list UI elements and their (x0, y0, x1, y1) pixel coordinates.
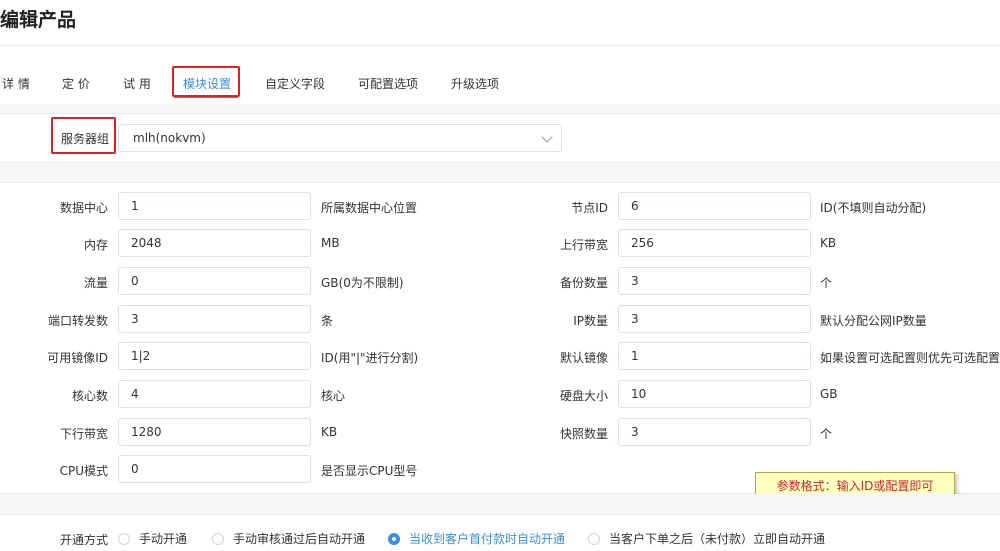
port-forward-input[interactable]: 3 (118, 305, 311, 333)
radio-auto-on-first-payment[interactable]: 当收到客户首付款时自动开通 (388, 530, 565, 547)
snapshot-count-input[interactable]: 3 (618, 418, 811, 446)
field-label: 节点ID (571, 201, 608, 215)
tab-pricing[interactable]: 定 价 (62, 72, 90, 98)
field-label: 端口转发数 (47, 314, 108, 328)
cores-input[interactable]: 4 (118, 380, 311, 408)
field-hint: 个 (820, 276, 833, 290)
field-label: 备份数量 (559, 276, 608, 290)
backup-count-input[interactable]: 3 (618, 267, 811, 295)
chevron-down-icon (541, 131, 553, 143)
field-hint: KB (321, 425, 338, 439)
radio-dot (588, 532, 600, 545)
field-label: 核心数 (71, 389, 108, 403)
tab-highlight-box (172, 66, 240, 97)
tab-custom-fields[interactable]: 自定义字段 (265, 72, 325, 98)
server-group-select[interactable]: mlh(nokvm) (118, 124, 562, 152)
radio-dot (388, 532, 400, 545)
radio-auto-on-order[interactable]: 当客户下单之后（未付款）立即自动开通 (588, 530, 825, 547)
tab-configurable-options[interactable]: 可配置选项 (358, 72, 418, 98)
field-hint: 默认分配公网IP数量 (820, 314, 927, 328)
disk-size-input[interactable]: 10 (618, 380, 811, 408)
radio-label: 当收到客户首付款时自动开通 (409, 532, 566, 546)
radio-label: 手动审核通过后自动开通 (233, 532, 366, 546)
page-title: 编辑产品 (0, 9, 77, 31)
server-group-highlight-box (51, 117, 116, 154)
field-hint: 条 (321, 314, 334, 328)
upload-bandwidth-input[interactable]: 256 (618, 229, 811, 257)
field-label: 下行带宽 (59, 427, 108, 441)
tab-details[interactable]: 详 情 (2, 72, 30, 98)
radio-auto-after-review[interactable]: 手动审核通过后自动开通 (212, 530, 365, 547)
default-image-input[interactable]: 1 (618, 342, 811, 370)
field-hint: 个 (820, 427, 833, 441)
field-label: 硬盘大小 (559, 389, 608, 403)
header-divider (0, 45, 1000, 46)
field-label: 可用镜像ID (47, 351, 108, 365)
provision-label: 开通方式 (59, 533, 108, 547)
radio-dot (212, 532, 224, 545)
field-label: 上行带宽 (559, 238, 608, 252)
radio-label: 手动开通 (139, 532, 188, 546)
field-hint: KB (820, 236, 837, 250)
node-id-input[interactable]: 6 (618, 192, 811, 220)
ip-count-input[interactable]: 3 (618, 305, 811, 333)
tab-bar: 详 情 定 价 试 用 模块设置 自定义字段 可配置选项 升级选项 (0, 72, 1000, 100)
field-hint: 所属数据中心位置 (321, 201, 418, 215)
field-hint: 是否显示CPU型号 (321, 464, 418, 478)
download-bandwidth-input[interactable]: 1280 (118, 418, 311, 446)
section-gap-3 (0, 494, 1000, 514)
tab-upgrade-options[interactable]: 升级选项 (451, 72, 499, 98)
radio-dot (118, 532, 130, 545)
field-hint: GB(0为不限制) (321, 276, 404, 290)
server-group-value: mlh(nokvm) (133, 131, 206, 145)
cpu-mode-input[interactable]: 0 (118, 455, 311, 483)
field-label: 数据中心 (59, 201, 108, 215)
memory-input[interactable]: 2048 (118, 229, 311, 257)
tab-trial[interactable]: 试 用 (123, 72, 151, 98)
image-id-input[interactable]: 1|2 (118, 342, 311, 370)
field-label: 快照数量 (559, 427, 608, 441)
field-hint: ID(用"|"进行分割) (321, 351, 419, 365)
field-label: IP数量 (573, 314, 608, 328)
radio-label: 当客户下单之后（未付款）立即自动开通 (609, 532, 826, 546)
datacenter-input[interactable]: 1 (118, 192, 311, 220)
field-hint: GB (820, 387, 838, 401)
field-hint: 核心 (321, 389, 346, 403)
field-label: 默认镜像 (559, 351, 608, 365)
field-label: 内存 (83, 238, 108, 252)
field-hint: 如果设置可选配置则优先可选配置 (820, 351, 1000, 365)
field-hint: ID(不填则自动分配) (820, 201, 927, 215)
field-label: 流量 (83, 276, 108, 290)
traffic-input[interactable]: 0 (118, 267, 311, 295)
radio-manual[interactable]: 手动开通 (118, 530, 187, 547)
field-hint: MB (321, 236, 340, 250)
field-label: CPU模式 (59, 464, 108, 478)
